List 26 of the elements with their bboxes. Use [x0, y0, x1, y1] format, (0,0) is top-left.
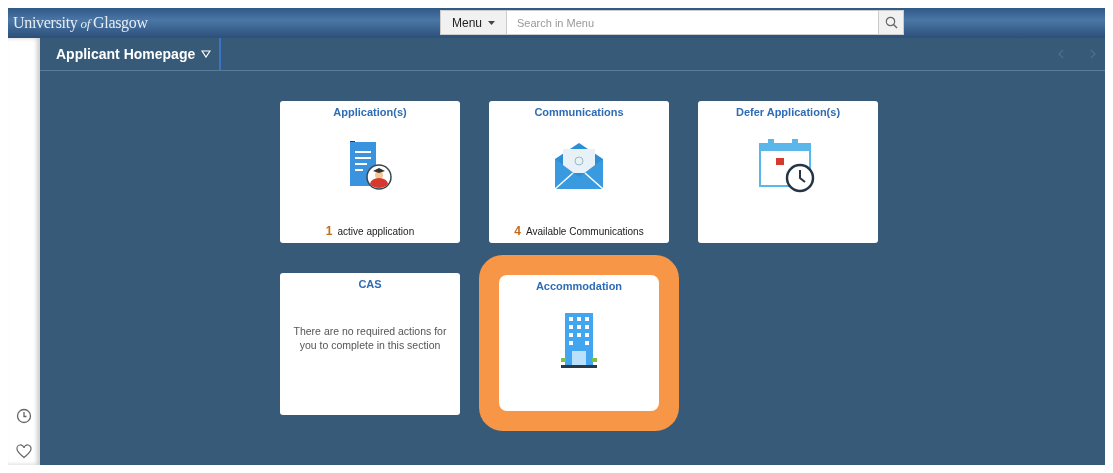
tile-title: CAS	[358, 278, 382, 290]
tile[interactable]: Communications 4 Available Communications	[489, 101, 669, 243]
tile-caption: active application	[337, 226, 415, 237]
heart-icon[interactable]	[16, 444, 32, 459]
count: 1	[325, 224, 333, 238]
tile[interactable]: CAS There are no required actions for you to complete in this section	[280, 273, 460, 415]
search-button[interactable]	[879, 10, 904, 35]
tile-title: Application(s)	[333, 106, 407, 118]
count: 4	[514, 224, 521, 238]
search-icon	[884, 16, 898, 29]
tile-title: Communications	[534, 106, 624, 118]
building-icon	[560, 311, 598, 369]
caret-icon	[488, 20, 495, 25]
menu-button[interactable]: Menu	[440, 10, 507, 35]
page-title-dropdown[interactable]: Applicant Homepage	[40, 38, 222, 70]
document-icon	[347, 140, 393, 192]
tile-message: There are no required actions for you to complete in this section	[292, 325, 448, 353]
clock-icon[interactable]	[16, 408, 32, 424]
tile[interactable]: Defer Application(s)	[698, 101, 878, 243]
envelope-icon	[554, 141, 604, 191]
tile-title: Defer Application(s)	[735, 106, 841, 118]
caret-icon	[201, 50, 212, 58]
search-field[interactable]: Search in Menu	[507, 10, 879, 35]
tile-caption: Available Communications	[526, 226, 644, 237]
tile-title: Accommodation	[535, 280, 623, 292]
tile[interactable]: Application(s) 1 active application	[280, 101, 460, 243]
